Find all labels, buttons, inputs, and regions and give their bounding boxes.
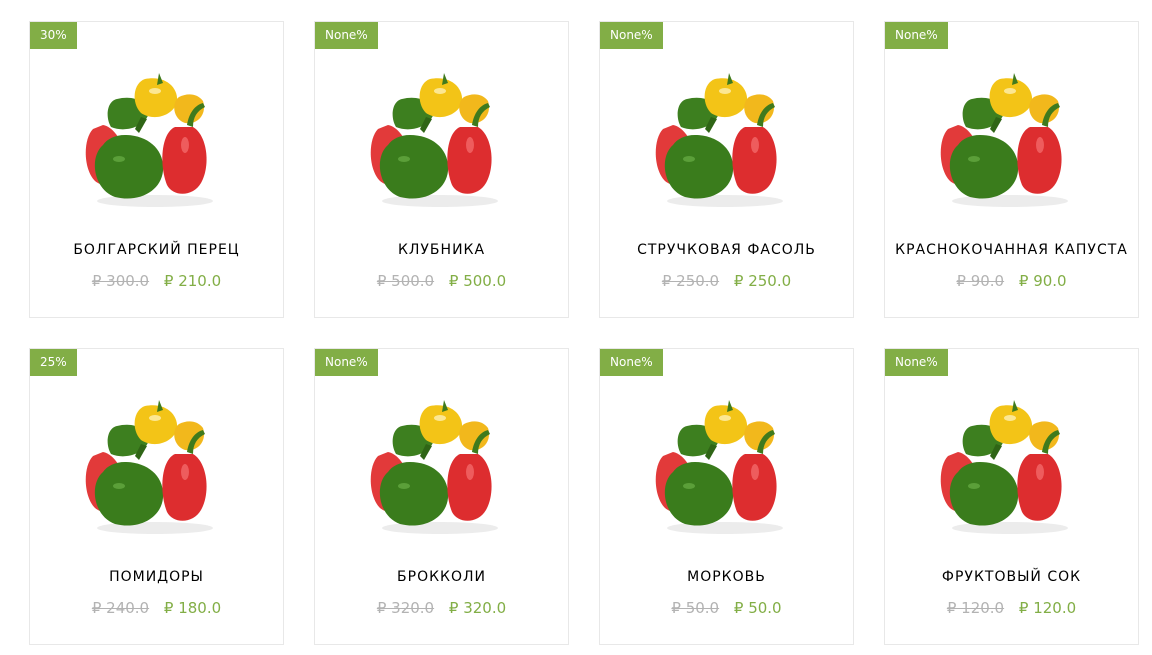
- discount-badge: None%: [885, 22, 948, 49]
- discount-badge: None%: [885, 349, 948, 376]
- new-price: ₽ 210.0: [163, 272, 222, 290]
- price-row: ₽ 300.0 ₽ 210.0: [30, 272, 283, 290]
- product-name[interactable]: БРОККОЛИ: [315, 569, 568, 585]
- discount-badge: 25%: [30, 349, 77, 376]
- product-card[interactable]: None% БРОККОЛИ ₽ 320.0 ₽ 320.0: [314, 348, 569, 645]
- new-price: ₽ 120.0: [1018, 599, 1077, 617]
- price-row: ₽ 90.0 ₽ 90.0: [885, 272, 1138, 290]
- discount-badge: None%: [315, 349, 378, 376]
- discount-badge: None%: [315, 22, 378, 49]
- price-row: ₽ 120.0 ₽ 120.0: [885, 599, 1138, 617]
- new-price: ₽ 180.0: [163, 599, 222, 617]
- old-price: ₽ 250.0: [661, 272, 720, 290]
- product-grid: 30% БОЛГАРСКИЙ ПЕРЕЦ ₽ 300.0 ₽ 210.0 Non…: [29, 21, 1139, 645]
- new-price: ₽ 90.0: [1018, 272, 1067, 290]
- product-name[interactable]: КРАСНОКОЧАННАЯ КАПУСТА: [885, 242, 1138, 258]
- price-row: ₽ 500.0 ₽ 500.0: [315, 272, 568, 290]
- price-row: ₽ 250.0 ₽ 250.0: [600, 272, 853, 290]
- bell-peppers-image[interactable]: [930, 69, 1090, 214]
- old-price: ₽ 240.0: [91, 599, 150, 617]
- new-price: ₽ 500.0: [448, 272, 507, 290]
- product-name[interactable]: СТРУЧКОВАЯ ФАСОЛЬ: [600, 242, 853, 258]
- discount-badge: 30%: [30, 22, 77, 49]
- product-card[interactable]: None% ФРУКТОВЫЙ СОК ₽ 120.0 ₽ 120.0: [884, 348, 1139, 645]
- bell-peppers-image[interactable]: [645, 69, 805, 214]
- new-price: ₽ 250.0: [733, 272, 792, 290]
- old-price: ₽ 300.0: [91, 272, 150, 290]
- old-price: ₽ 320.0: [376, 599, 435, 617]
- bell-peppers-image[interactable]: [75, 396, 235, 541]
- bell-peppers-image[interactable]: [930, 396, 1090, 541]
- old-price: ₽ 500.0: [376, 272, 435, 290]
- old-price: ₽ 120.0: [946, 599, 1005, 617]
- bell-peppers-image[interactable]: [645, 396, 805, 541]
- new-price: ₽ 320.0: [448, 599, 507, 617]
- price-row: ₽ 320.0 ₽ 320.0: [315, 599, 568, 617]
- product-card[interactable]: None% СТРУЧКОВАЯ ФАСОЛЬ ₽ 250.0 ₽ 250.0: [599, 21, 854, 318]
- discount-badge: None%: [600, 349, 663, 376]
- product-card[interactable]: None% КРАСНОКОЧАННАЯ КАПУСТА ₽ 90.0 ₽ 90…: [884, 21, 1139, 318]
- product-card[interactable]: 25% ПОМИДОРЫ ₽ 240.0 ₽ 180.0: [29, 348, 284, 645]
- product-card[interactable]: 30% БОЛГАРСКИЙ ПЕРЕЦ ₽ 300.0 ₽ 210.0: [29, 21, 284, 318]
- product-card[interactable]: None% КЛУБНИКА ₽ 500.0 ₽ 500.0: [314, 21, 569, 318]
- price-row: ₽ 240.0 ₽ 180.0: [30, 599, 283, 617]
- product-name[interactable]: ФРУКТОВЫЙ СОК: [885, 569, 1138, 585]
- price-row: ₽ 50.0 ₽ 50.0: [600, 599, 853, 617]
- old-price: ₽ 90.0: [956, 272, 1005, 290]
- product-name[interactable]: ПОМИДОРЫ: [30, 569, 283, 585]
- old-price: ₽ 50.0: [671, 599, 720, 617]
- product-name[interactable]: МОРКОВЬ: [600, 569, 853, 585]
- new-price: ₽ 50.0: [733, 599, 782, 617]
- product-name[interactable]: КЛУБНИКА: [315, 242, 568, 258]
- discount-badge: None%: [600, 22, 663, 49]
- product-card[interactable]: None% МОРКОВЬ ₽ 50.0 ₽ 50.0: [599, 348, 854, 645]
- product-name[interactable]: БОЛГАРСКИЙ ПЕРЕЦ: [30, 242, 283, 258]
- bell-peppers-image[interactable]: [360, 396, 520, 541]
- bell-peppers-image[interactable]: [360, 69, 520, 214]
- bell-peppers-image[interactable]: [75, 69, 235, 214]
